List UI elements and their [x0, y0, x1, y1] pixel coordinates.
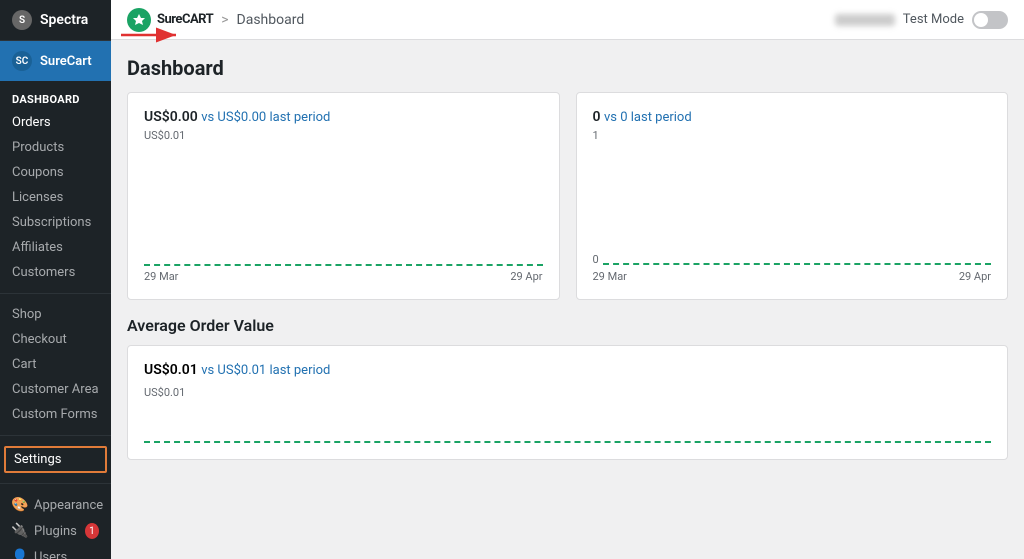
- sidebar-item-coupons[interactable]: Coupons: [0, 160, 111, 185]
- sidebar-logo-label: Spectra: [40, 12, 88, 28]
- surecart-icon: SC: [12, 51, 32, 71]
- revenue-vs-text: vs US$0.00 last period: [201, 110, 330, 125]
- sidebar-item-orders[interactable]: Orders: [0, 110, 111, 135]
- avg-vs-text: vs US$0.01 last period: [201, 363, 330, 378]
- dashboard-title: Dashboard: [127, 56, 1008, 80]
- sidebar-item-cart[interactable]: Cart: [0, 352, 111, 377]
- avg-title: US$0.01 vs US$0.01 last period: [144, 362, 991, 378]
- sidebar: S Spectra SC SureCart Dashboard Orders P…: [0, 0, 111, 559]
- sidebar-item-custom-forms[interactable]: Custom Forms: [0, 402, 111, 427]
- sidebar-item-appearance[interactable]: 🎨 Appearance: [0, 492, 111, 518]
- sidebar-divider-1: [0, 293, 111, 294]
- test-mode-label: Test Mode: [903, 12, 964, 27]
- blurred-element: [835, 14, 895, 26]
- dashboard-nav-title: Dashboard: [0, 81, 111, 110]
- sidebar-surecart-item[interactable]: SC SureCart: [0, 41, 111, 81]
- sidebar-surecart-label: SureCart: [40, 54, 92, 69]
- topbar: SureCART > Dashboard Test Mode: [111, 0, 1024, 40]
- sidebar-divider-2: [0, 435, 111, 436]
- breadcrumb-separator: >: [221, 12, 228, 28]
- charts-row: US$0.00 vs US$0.00 last period US$0.01 2…: [127, 92, 1008, 300]
- orders-main-value: 0: [593, 109, 601, 125]
- avg-dotted-line: [144, 441, 991, 443]
- plugins-icon: 🔌: [12, 523, 28, 539]
- dashboard-content: Dashboard US$0.00 vs US$0.00 last period…: [111, 40, 1024, 559]
- users-icon: 👤: [12, 549, 28, 559]
- avg-y-label: US$0.01: [144, 386, 991, 399]
- chart1-y-label: US$0.01: [144, 129, 543, 142]
- main-content: SureCART > Dashboard Test Mode Dashb: [111, 0, 1024, 559]
- sidebar-item-shop[interactable]: Shop: [0, 302, 111, 327]
- sidebar-item-users[interactable]: 👤 Users: [0, 544, 111, 559]
- plugins-badge: 1: [85, 523, 99, 539]
- breadcrumb-dashboard: Dashboard: [237, 12, 305, 28]
- chart1-dotted-line: [144, 264, 543, 266]
- chart1-date-end: 29 Apr: [510, 270, 542, 283]
- chart1-footer: 29 Mar 29 Apr: [144, 270, 543, 283]
- sidebar-item-checkout[interactable]: Checkout: [0, 327, 111, 352]
- chart2-area: 0: [593, 146, 992, 266]
- sidebar-item-products[interactable]: Products: [0, 135, 111, 160]
- sidebar-logo[interactable]: S Spectra: [0, 0, 111, 41]
- chart2-y-label: 1: [593, 129, 992, 142]
- sidebar-item-subscriptions[interactable]: Subscriptions: [0, 210, 111, 235]
- avg-section-title: Average Order Value: [127, 316, 1008, 335]
- chart1-area: [144, 146, 543, 266]
- chart1-date-start: 29 Mar: [144, 270, 178, 283]
- topbar-right: Test Mode: [835, 11, 1008, 29]
- arrow-annotation: [111, 20, 191, 54]
- chart2-dotted-line: [603, 263, 991, 265]
- chart2-date-start: 29 Mar: [593, 270, 627, 283]
- revenue-main-value: US$0.00: [144, 109, 198, 125]
- avg-order-card: US$0.01 vs US$0.01 last period US$0.01: [127, 345, 1008, 460]
- chart-title-orders: 0 vs 0 last period: [593, 109, 992, 125]
- chart-card-revenue: US$0.00 vs US$0.00 last period US$0.01 2…: [127, 92, 560, 300]
- chart-title-revenue: US$0.00 vs US$0.00 last period: [144, 109, 543, 125]
- sidebar-item-affiliates[interactable]: Affiliates: [0, 235, 111, 260]
- test-mode-toggle[interactable]: [972, 11, 1008, 29]
- spectra-icon: S: [12, 10, 32, 30]
- chart2-date-end: 29 Apr: [959, 270, 991, 283]
- appearance-icon: 🎨: [12, 497, 28, 513]
- sidebar-divider-3: [0, 483, 111, 484]
- sidebar-item-customers[interactable]: Customers: [0, 260, 111, 285]
- sidebar-item-plugins[interactable]: 🔌 Plugins 1: [0, 518, 111, 544]
- sidebar-item-settings[interactable]: Settings: [4, 446, 107, 473]
- chart-card-orders: 0 vs 0 last period 1 0 29 Mar 29 Apr: [576, 92, 1009, 300]
- chart2-footer: 29 Mar 29 Apr: [593, 270, 992, 283]
- sidebar-item-licenses[interactable]: Licenses: [0, 185, 111, 210]
- orders-vs-text: vs 0 last period: [604, 110, 692, 125]
- sidebar-item-customer-area[interactable]: Customer Area: [0, 377, 111, 402]
- chart2-bottom-value: 0: [593, 253, 599, 266]
- avg-main-value: US$0.01: [144, 362, 198, 378]
- avg-chart-area: [144, 403, 991, 443]
